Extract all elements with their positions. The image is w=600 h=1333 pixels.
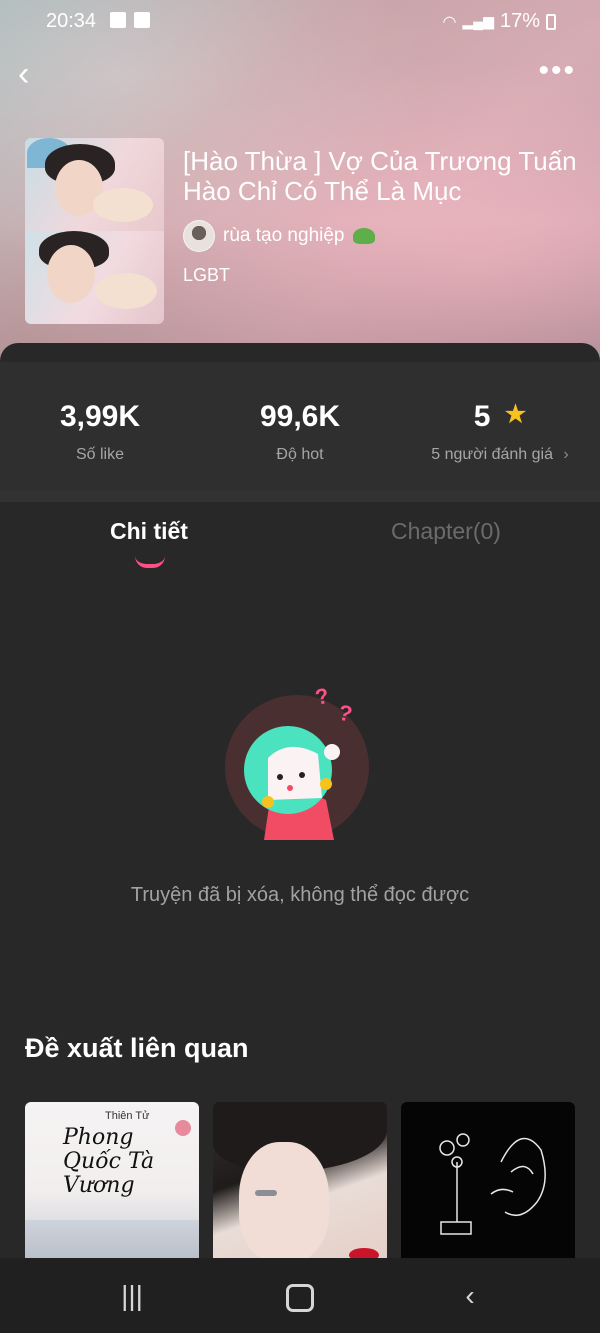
section-divider — [0, 490, 600, 502]
tab-details[interactable]: Chi tiết — [110, 518, 188, 545]
cover-hands — [93, 188, 153, 222]
empty-message: Truyện đã bị xóa, không thể đọc được — [130, 884, 470, 906]
hot-label: Độ hot — [276, 446, 324, 463]
recommendation-list: Thiên Tử Phong Quốc Tà Vương — [25, 1102, 585, 1262]
genre-tag[interactable]: LGBT — [183, 265, 230, 286]
hot-value: 99,6K — [259, 400, 341, 433]
folder-icon — [134, 12, 150, 28]
cover-panel-bottom — [25, 231, 164, 324]
recent-apps-button[interactable]: ||| — [112, 1278, 152, 1314]
rating-label-row: 5 người đánh giá › — [400, 446, 600, 464]
tab-indicator — [135, 556, 165, 568]
avatar — [183, 220, 215, 252]
stat-hot: 99,6K Độ hot — [200, 362, 400, 464]
status-right: ◠ ▂▄▆ 17% — [443, 10, 556, 33]
book-cover[interactable] — [25, 138, 164, 324]
status-time: 20:34 — [46, 10, 97, 32]
confused-girl-illustration: ? ? — [225, 683, 369, 840]
rating-row: 5 ★ — [400, 400, 600, 434]
home-button[interactable] — [280, 1278, 320, 1314]
home-icon — [286, 1283, 314, 1312]
recommendation-card[interactable] — [213, 1102, 387, 1262]
status-icons — [110, 12, 150, 28]
cover-face — [47, 245, 95, 303]
chevron-right-icon: › — [563, 446, 569, 463]
stat-likes: 3,99K Số like — [0, 362, 200, 464]
more-button[interactable]: ••• — [532, 56, 576, 96]
rating-value: 5 — [473, 400, 491, 433]
system-navigation-bar: ||| ‹ — [0, 1258, 600, 1333]
likes-value: 3,99K — [59, 400, 141, 433]
likes-label: Số like — [75, 446, 125, 463]
recommendations-title: Đề xuất liên quan — [25, 1033, 249, 1063]
tab-chapters[interactable]: Chapter(0) — [391, 518, 501, 545]
nav-back-icon: ‹ — [465, 1280, 475, 1311]
recommendation-card[interactable]: Thiên Tử Phong Quốc Tà Vương — [25, 1102, 199, 1262]
tab-bar: Chi tiết Chapter(0) — [0, 510, 600, 570]
blossom-shape — [175, 1120, 191, 1136]
line-art-cover — [439, 1133, 546, 1235]
author-name: rùa tạo nghiệp — [223, 225, 345, 246]
turtle-icon — [352, 228, 375, 244]
back-button[interactable]: ‹ — [18, 52, 58, 96]
more-dots-icon: ••• — [538, 54, 576, 87]
wifi-icon: ◠ — [442, 13, 457, 31]
chevron-left-icon: ‹ — [18, 55, 30, 93]
signal-icon: ▂▄▆ — [462, 13, 494, 29]
battery-text: 17% — [499, 10, 540, 32]
cover-hands — [95, 273, 157, 309]
cover-eye — [255, 1190, 277, 1196]
recent-apps-icon: ||| — [121, 1280, 143, 1311]
cover-title-text: Phong Quốc Tà Vương — [63, 1125, 155, 1198]
rating-label: 5 người đánh giá — [431, 446, 553, 463]
status-bar: 20:34 ◠ ▂▄▆ 17% — [0, 0, 600, 44]
top-bar: ‹ ••• — [0, 52, 600, 100]
nav-back-button[interactable]: ‹ — [450, 1278, 490, 1314]
check-icon — [110, 12, 126, 28]
stat-rating[interactable]: 5 ★ 5 người đánh giá › — [400, 362, 600, 464]
story-title: [Hào Thừa ] Vợ Của Trương Tuấn Hào Chỉ C… — [183, 146, 577, 206]
mountain-shape — [25, 1220, 199, 1262]
stats-bar: 3,99K Số like 99,6K Độ hot 5 ★ 5 người đ… — [0, 362, 600, 490]
star-icon: ★ — [504, 401, 527, 428]
battery-icon — [546, 13, 556, 30]
cover-author-text: Thiên Tử — [105, 1110, 150, 1122]
cover-panel-top — [25, 138, 164, 231]
cover-face — [239, 1142, 329, 1262]
recommendation-card[interactable] — [401, 1102, 575, 1262]
author-row[interactable]: rùa tạo nghiệp — [183, 220, 375, 252]
